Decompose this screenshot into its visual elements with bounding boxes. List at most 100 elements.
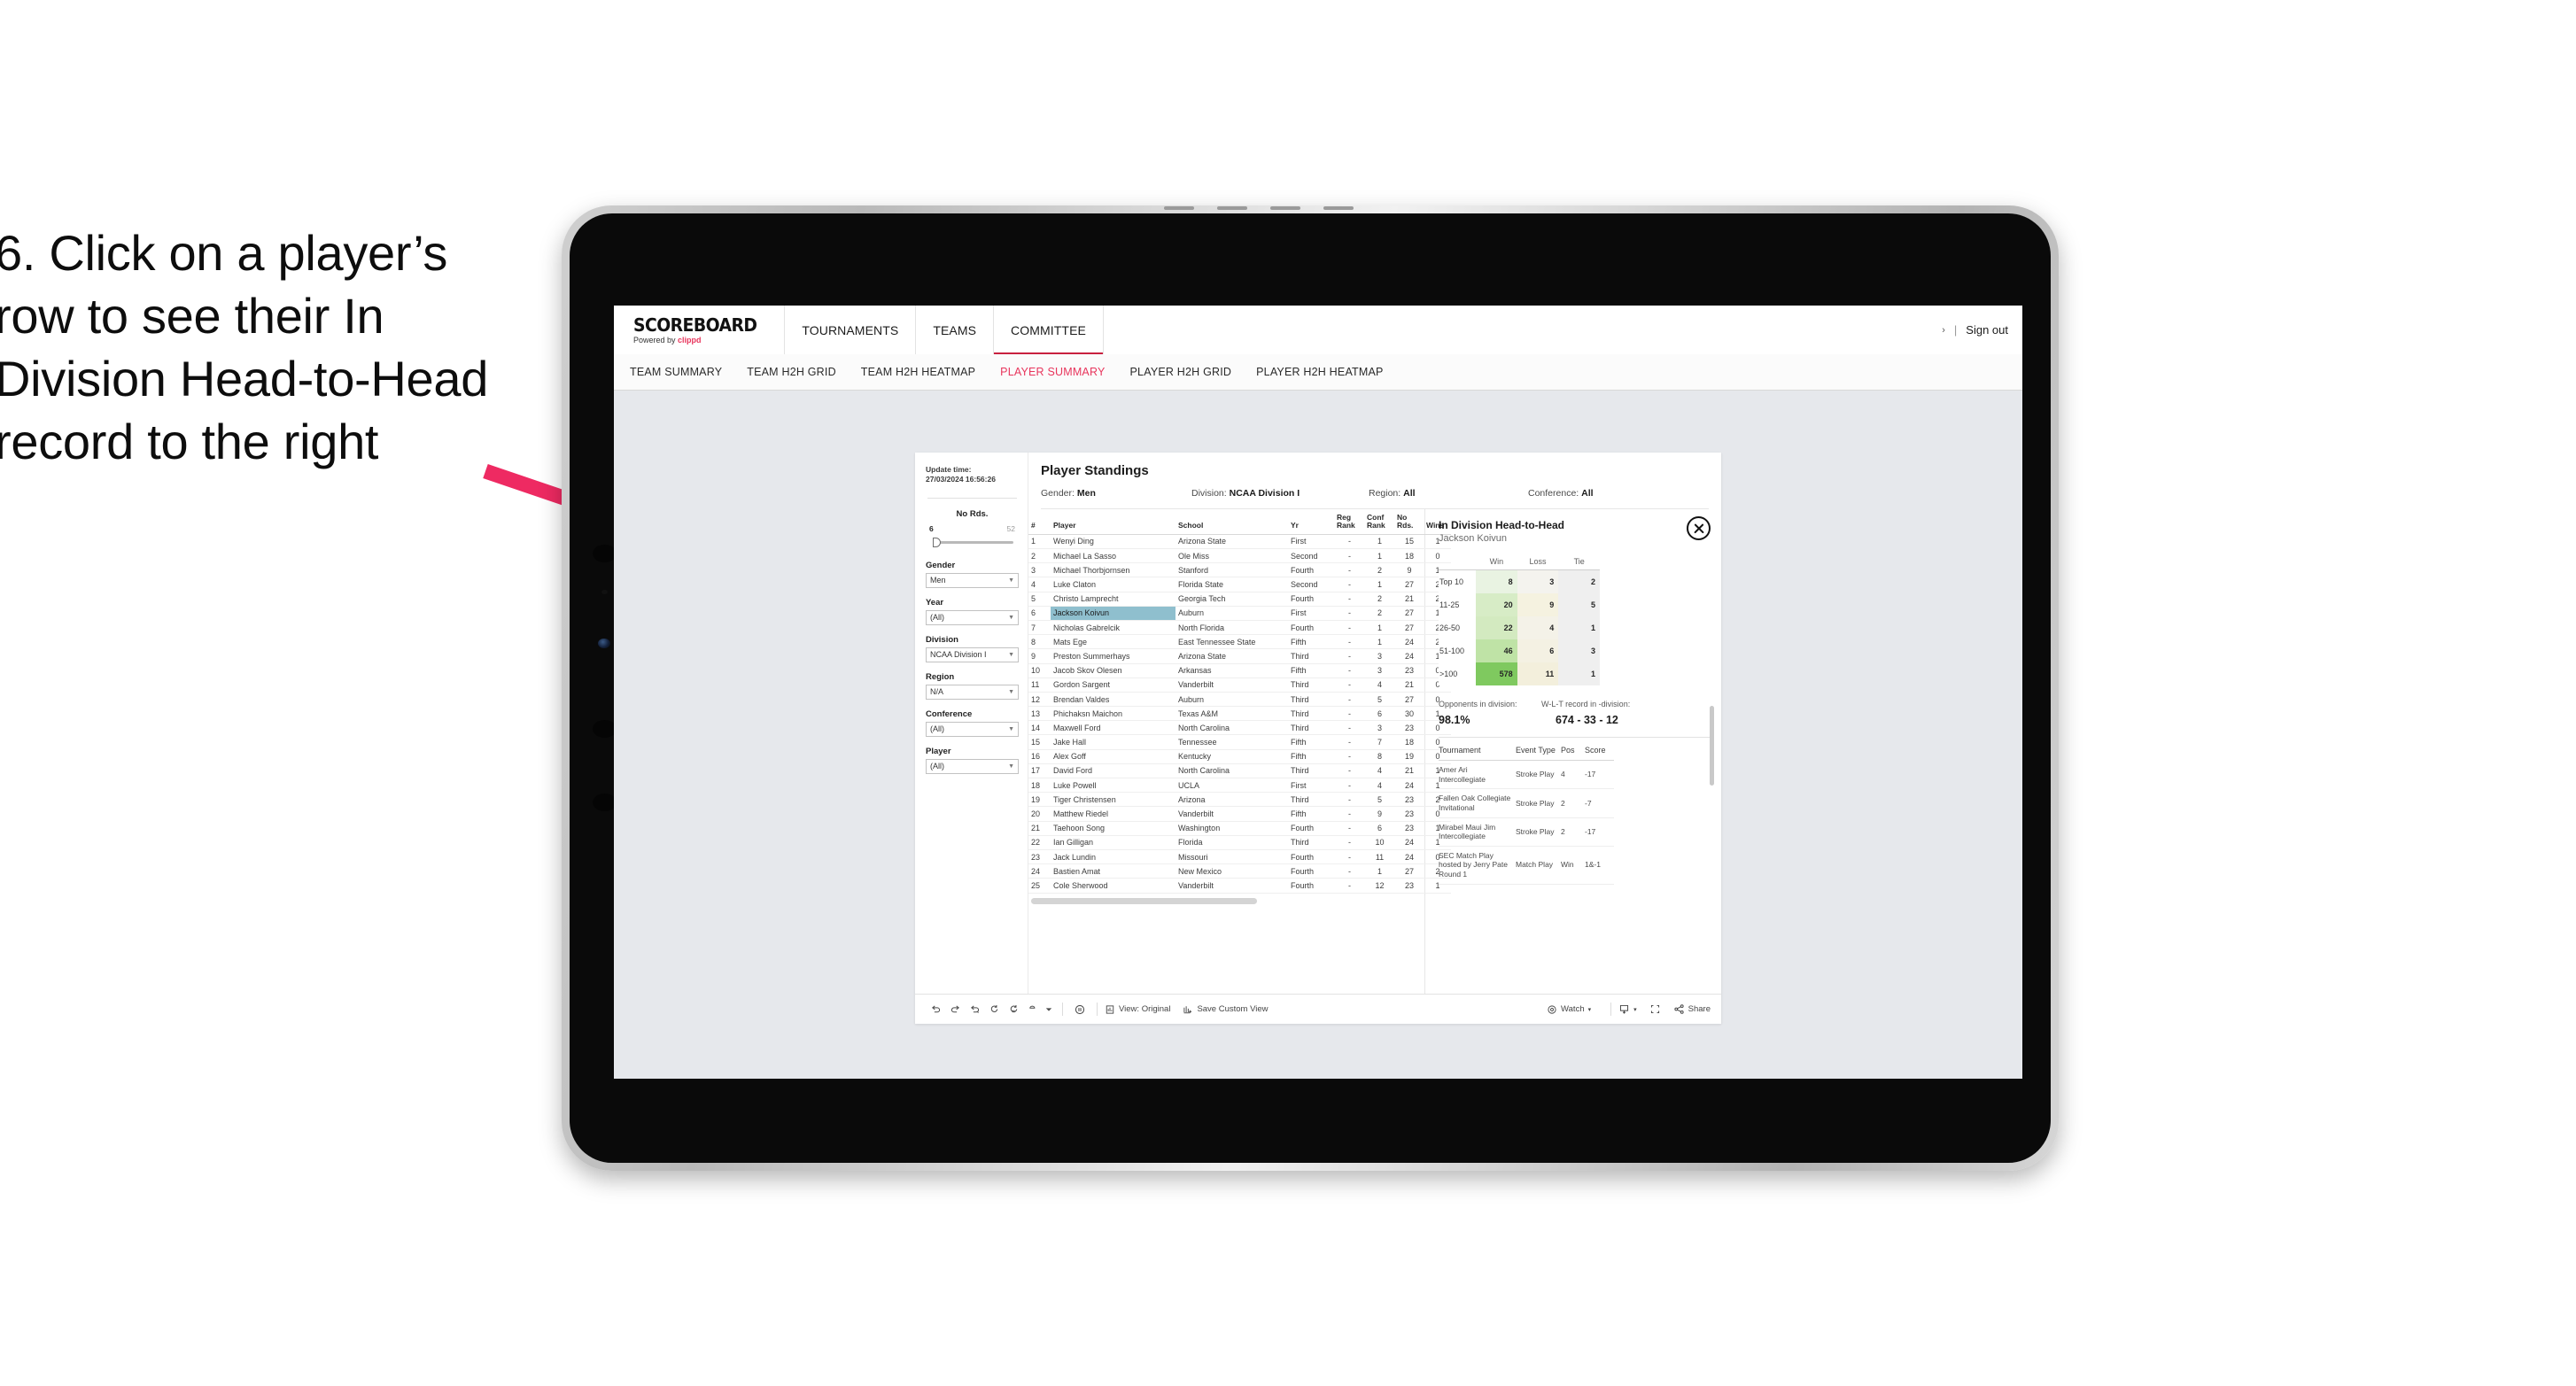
heatmap-col-win: Win — [1476, 556, 1517, 570]
filter-year-select[interactable]: (All) ▼ — [926, 609, 1019, 625]
no-rounds-slider[interactable]: No Rds. 6 52 — [926, 509, 1019, 548]
table-row[interactable]: 5 Christo Lamprecht Georgia Tech Fourth -2 21… — [1028, 592, 1451, 607]
cell-conf: 4 — [1364, 763, 1394, 779]
tab-team-h2h-heatmap[interactable]: TEAM H2H HEATMAP — [861, 366, 975, 378]
table-row[interactable]: 3 Michael Thorbjornsen Stanford Fourth -2 9 1 — [1028, 562, 1451, 578]
col-school[interactable]: School — [1175, 509, 1288, 535]
tournament-tbody: Amer Ari Intercollegiate Stroke Play 4 -17 F… — [1439, 760, 1614, 885]
filter-region-value: N/A — [930, 687, 944, 697]
update-time-label: Update time: — [926, 465, 972, 474]
revert-icon[interactable] — [965, 1003, 984, 1015]
cell-score: -7 — [1585, 788, 1614, 818]
table-row[interactable]: 1 Wenyi Ding Arizona State First -1 15 1 — [1028, 534, 1451, 550]
filter-region-label: Region — [926, 671, 955, 682]
cell-yr: Fourth — [1288, 620, 1334, 636]
pause-auto-update-icon[interactable] — [1004, 1003, 1023, 1015]
refresh-icon[interactable] — [984, 1003, 1004, 1015]
nav-item-tournaments[interactable]: TOURNAMENTS — [785, 306, 917, 354]
cell-yr: Second — [1288, 548, 1334, 564]
tournament-scrollbar[interactable] — [1710, 706, 1714, 786]
cell-player: Ian Gilligan — [1051, 835, 1175, 850]
tournament-row[interactable]: Mirabel Maui Jim Intercollegiate Stroke P… — [1439, 817, 1614, 847]
slider-handle[interactable] — [933, 537, 941, 547]
tab-team-summary[interactable]: TEAM SUMMARY — [630, 366, 722, 378]
tab-player-h2h-grid[interactable]: PLAYER H2H GRID — [1130, 366, 1232, 378]
nav-item-teams[interactable]: TEAMS — [916, 306, 995, 354]
close-icon[interactable] — [1687, 516, 1711, 540]
cell-rank: 4 — [1028, 577, 1051, 592]
filter-player-select[interactable]: (All) ▼ — [926, 758, 1019, 774]
sign-out-link[interactable]: Sign out — [1966, 323, 2008, 337]
heatmap-row-label: >100 — [1439, 662, 1476, 685]
table-row[interactable]: 23 Jack Lundin Missouri Fourth -11 24 0 — [1028, 849, 1451, 865]
tab-team-h2h-grid[interactable]: TEAM H2H GRID — [747, 366, 836, 378]
table-row[interactable]: 24 Bastien Amat New Mexico Fourth -1 27 2 — [1028, 863, 1451, 879]
cell-conf: 10 — [1364, 835, 1394, 850]
table-row[interactable]: 16 Alex Goff Kentucky Fifth -8 19 0 — [1028, 749, 1451, 764]
no-rounds-label: No Rds. — [956, 508, 989, 519]
tab-player-summary[interactable]: PLAYER SUMMARY — [1000, 366, 1105, 378]
table-row[interactable]: 25 Cole Sherwood Vanderbilt Fourth -12 23 1 — [1028, 878, 1451, 894]
redo-icon[interactable] — [945, 1003, 965, 1015]
col-player[interactable]: Player — [1051, 509, 1175, 535]
col-conf-rank[interactable]: Conf Rank — [1364, 509, 1394, 535]
chevron-down-icon[interactable] — [1043, 1006, 1055, 1013]
filter-region-select[interactable]: N/A ▼ — [926, 684, 1019, 700]
pause-icon[interactable] — [1023, 1003, 1043, 1015]
table-row[interactable]: 22 Ian Gilligan Florida Third -10 24 1 — [1028, 835, 1451, 850]
pause-refresh-icon[interactable] — [1070, 1003, 1090, 1016]
filter-division-select[interactable]: NCAA Division I ▼ — [926, 647, 1019, 662]
col-no-rds[interactable]: No Rds. — [1394, 509, 1424, 535]
table-row[interactable]: 13 Phichaksn Maichon Texas A&M Third -6 30 1 — [1028, 706, 1451, 722]
download-button[interactable]: ▾ — [1618, 1003, 1637, 1015]
horizontal-scrollbar[interactable] — [1031, 897, 1257, 904]
table-row[interactable]: 10 Jacob Skov Olesen Arkansas Fifth -3 23 0 — [1028, 663, 1451, 678]
nav-item-committee[interactable]: COMMITTEE — [994, 306, 1104, 355]
slider-track[interactable] — [933, 536, 1013, 548]
table-row[interactable]: 19 Tiger Christensen Arizona Third -5 23 2 — [1028, 792, 1451, 808]
table-row[interactable]: 11 Gordon Sargent Vanderbilt Third -4 21 0 — [1028, 678, 1451, 693]
cell-rank: 21 — [1028, 821, 1051, 836]
filter-gender-select[interactable]: Men ▼ — [926, 572, 1019, 588]
filter-conference-select[interactable]: (All) ▼ — [926, 721, 1019, 737]
table-row[interactable]: 17 David Ford North Carolina Third -4 21 1 — [1028, 763, 1451, 779]
share-button[interactable]: Share — [1673, 1003, 1711, 1015]
tournament-row[interactable]: SEC Match Play hosted by Jerry Pate Roun… — [1439, 846, 1614, 885]
table-row[interactable]: 20 Matthew Riedel Vanderbilt Fifth -9 23 0 — [1028, 806, 1451, 822]
table-row[interactable]: 12 Brendan Valdes Auburn Third -5 27 0 — [1028, 692, 1451, 708]
meta-conference-label: Conference: — [1528, 488, 1579, 499]
tab-player-h2h-heatmap[interactable]: PLAYER H2H HEATMAP — [1256, 366, 1383, 378]
view-original-button[interactable]: View: Original — [1105, 1004, 1170, 1015]
table-row[interactable]: 4 Luke Claton Florida State Second -1 27 2 — [1028, 577, 1451, 592]
table-row[interactable]: 18 Luke Powell UCLA First -4 24 1 — [1028, 778, 1451, 794]
chevron-right-icon[interactable]: › — [1942, 325, 1945, 336]
tournament-row[interactable]: Fallen Oak Collegiate Invitational Stroke… — [1439, 788, 1614, 818]
brand-subtitle: Powered by clippd — [633, 336, 764, 345]
cell-pos: 4 — [1561, 760, 1585, 790]
table-row[interactable]: 9 Preston Summerhays Arizona State Third -3 2… — [1028, 648, 1451, 664]
table-row[interactable]: 15 Jake Hall Tennessee Fifth -7 18 0 — [1028, 734, 1451, 750]
table-row[interactable]: 7 Nicholas Gabrelcik North Florida Fourth -1… — [1028, 620, 1451, 636]
table-row[interactable]: 2 Michael La Sasso Ole Miss Second -1 18 0 — [1028, 548, 1451, 564]
tournament-row[interactable]: Amer Ari Intercollegiate Stroke Play 4 -17 — [1439, 760, 1614, 790]
heatmap-cell-win: 578 — [1476, 662, 1517, 685]
col-reg-rank[interactable]: Reg Rank — [1334, 509, 1364, 535]
fullscreen-button[interactable] — [1649, 1003, 1661, 1015]
cell-conf: 2 — [1364, 592, 1394, 607]
undo-icon[interactable] — [926, 1003, 945, 1015]
table-row[interactable]: 6 Jackson Koivun Auburn First -2 27 1 — [1028, 606, 1451, 621]
table-row[interactable]: 21 Taehoon Song Washington Fourth -6 23 1 — [1028, 821, 1451, 836]
heatmap-tbody: Top 10 8 3 2 11-25 20 9 5 26-50 22 4 1 51-100 46 6 3 >10… — [1439, 569, 1600, 685]
standings-thead: # Player School Yr Reg Rank Conf Rank No… — [1028, 509, 1451, 535]
cell-player: Michael La Sasso — [1051, 548, 1175, 564]
cell-school: North Carolina — [1175, 763, 1288, 779]
table-row[interactable]: 8 Mats Ege East Tennessee State Fifth -1 24 2 — [1028, 634, 1451, 650]
cell-event-type: Match Play — [1516, 846, 1561, 885]
watch-button[interactable]: Watch ▾ — [1547, 1004, 1591, 1015]
cell-rank: 15 — [1028, 734, 1051, 750]
col-yr[interactable]: Yr — [1288, 509, 1334, 535]
table-row[interactable]: 14 Maxwell Ford North Carolina Third -3 23 0 — [1028, 720, 1451, 736]
col-rank[interactable]: # — [1028, 509, 1051, 535]
cell-reg: - — [1334, 678, 1364, 693]
save-custom-view-button[interactable]: Save Custom View — [1183, 1004, 1269, 1015]
